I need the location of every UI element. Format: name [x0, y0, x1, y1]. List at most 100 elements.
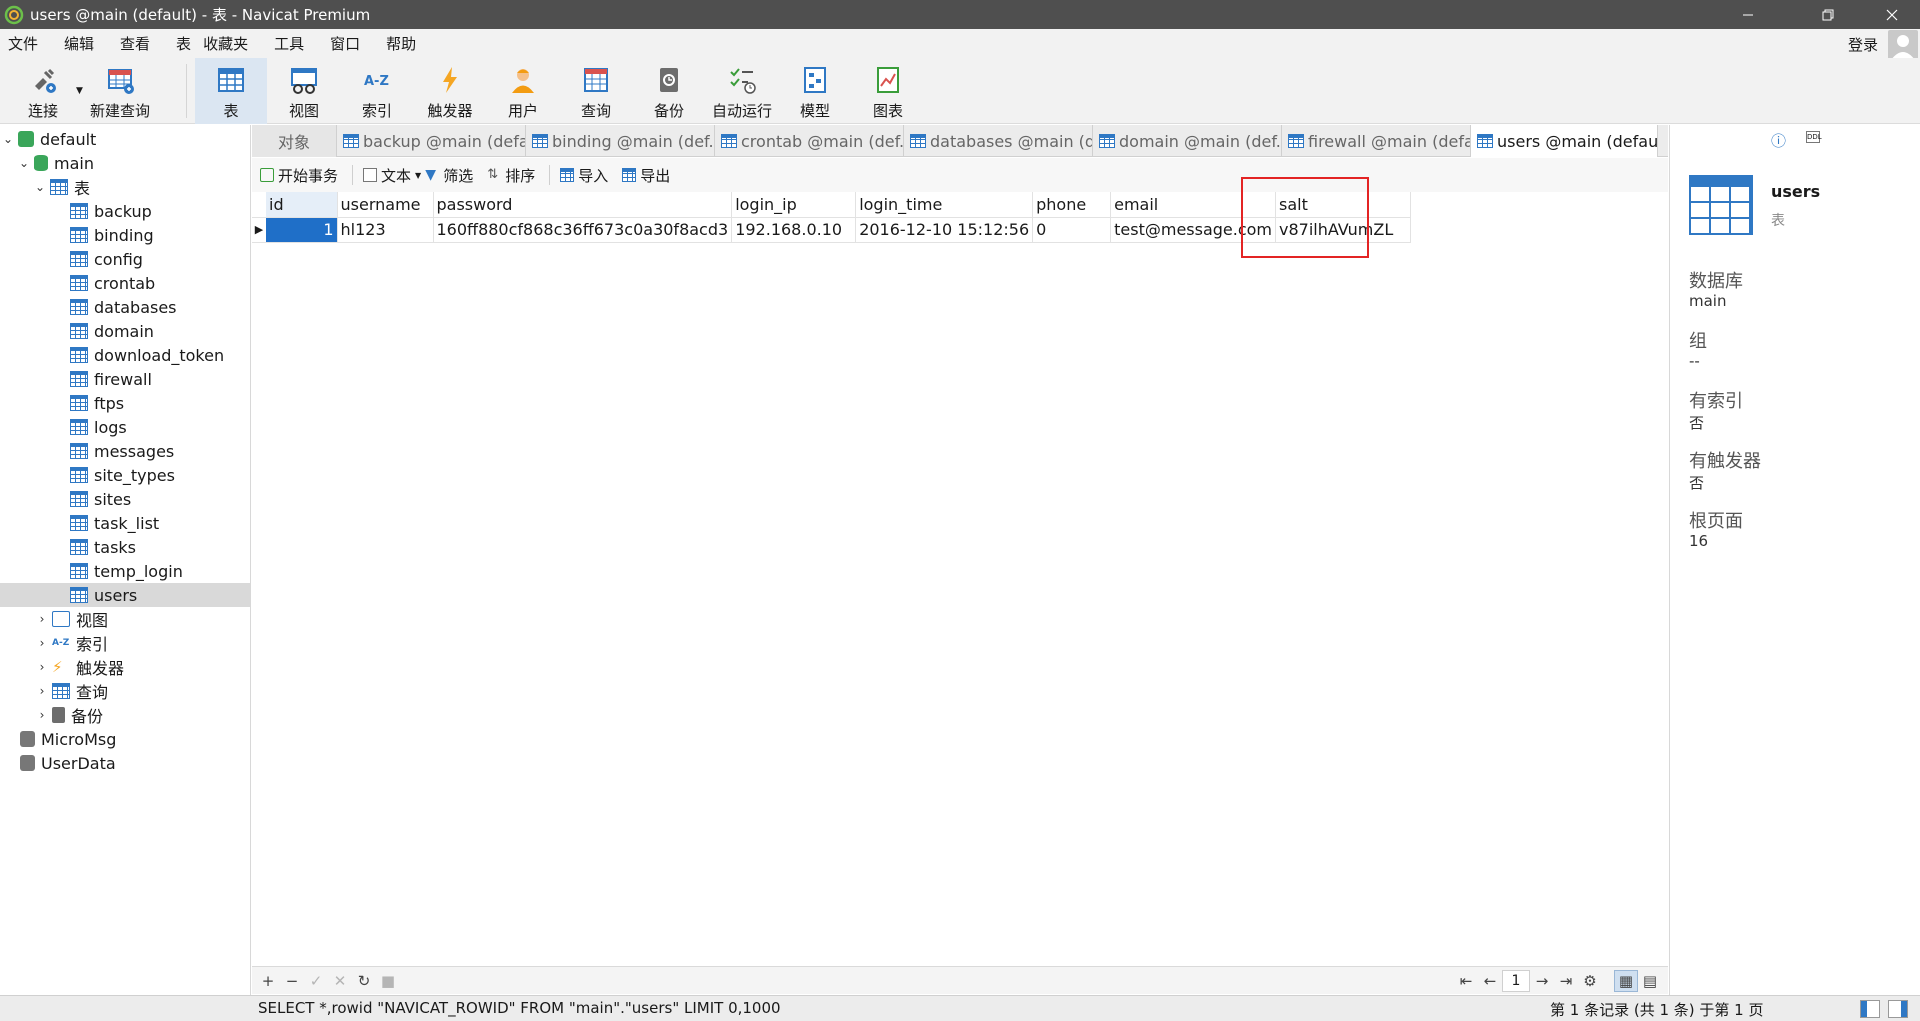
tree-table-ftps[interactable]: ftps: [0, 391, 250, 415]
column-header-login-ip[interactable]: login_ip: [731, 192, 857, 218]
connect-dropdown-icon[interactable]: ▼: [76, 86, 83, 96]
delete-record-icon[interactable]: −: [280, 972, 304, 990]
tree-table-site-types[interactable]: site_types: [0, 463, 250, 487]
menu-file[interactable]: 文件: [0, 33, 46, 54]
tab-crontab[interactable]: crontab @main (def...: [715, 125, 904, 157]
add-record-icon[interactable]: +: [256, 972, 280, 990]
tree-table-crontab[interactable]: crontab: [0, 271, 250, 295]
sort-button[interactable]: ⇅ 排序: [487, 165, 535, 186]
chevron-right-icon[interactable]: ›: [36, 708, 48, 722]
tree-table-messages[interactable]: messages: [0, 439, 250, 463]
minimize-button[interactable]: [1720, 0, 1776, 29]
tree-database-main[interactable]: ⌄ main: [0, 151, 250, 175]
refresh-icon[interactable]: ↻: [352, 972, 376, 990]
cell-username[interactable]: hl123: [337, 217, 434, 243]
settings-gear-icon[interactable]: ⚙: [1578, 972, 1602, 990]
tree-table-backup[interactable]: backup: [0, 199, 250, 223]
chevron-right-icon[interactable]: ›: [36, 636, 48, 650]
tab-databases[interactable]: databases @main (d...: [904, 125, 1093, 157]
begin-transaction-button[interactable]: 开始事务: [260, 165, 338, 186]
toggle-left-panel-icon[interactable]: [1860, 1000, 1880, 1018]
trigger-button[interactable]: 触发器: [414, 58, 486, 124]
tree-table-tasks[interactable]: tasks: [0, 535, 250, 559]
column-header-login-time[interactable]: login_time: [855, 192, 1034, 218]
tree-table-download-token[interactable]: download_token: [0, 343, 250, 367]
tree-group-backups[interactable]: › 备份: [0, 703, 250, 727]
tree-group-indexes[interactable]: › A-Z 索引: [0, 631, 250, 655]
user-button[interactable]: 用户: [487, 58, 559, 124]
tree-group-views[interactable]: › 视图: [0, 607, 250, 631]
restore-button[interactable]: [1800, 0, 1856, 29]
export-button[interactable]: 导出: [622, 165, 670, 186]
chevron-right-icon[interactable]: ›: [36, 612, 48, 626]
tree-connection-default[interactable]: ⌄ default: [0, 127, 250, 151]
grid-view-icon[interactable]: ▦: [1614, 969, 1638, 992]
table-button[interactable]: 表: [195, 58, 267, 124]
column-header-username[interactable]: username: [337, 192, 434, 218]
backup-button[interactable]: 备份: [633, 58, 705, 124]
tree-group-triggers[interactable]: › ⚡ 触发器: [0, 655, 250, 679]
apply-changes-icon[interactable]: ✓: [304, 972, 328, 990]
tree-table-config[interactable]: config: [0, 247, 250, 271]
tree-connection-micromsg[interactable]: MicroMsg: [0, 727, 250, 751]
import-button[interactable]: 导入: [560, 165, 608, 186]
menu-table[interactable]: 表: [168, 33, 195, 54]
chevron-right-icon[interactable]: ›: [36, 660, 48, 674]
tab-binding[interactable]: binding @main (def...: [526, 125, 715, 157]
form-view-icon[interactable]: ▤: [1638, 972, 1662, 990]
page-number-input[interactable]: 1: [1502, 969, 1530, 992]
table-row[interactable]: ▶ 1 hl123 160ff880cf868c36ff673c0a30f8ac…: [252, 217, 1412, 243]
stop-icon[interactable]: ■: [376, 972, 400, 990]
menu-edit[interactable]: 编辑: [56, 33, 102, 54]
filter-button[interactable]: ▼ 筛选: [425, 165, 473, 186]
tree-table-sites[interactable]: sites: [0, 487, 250, 511]
tree-table-databases[interactable]: databases: [0, 295, 250, 319]
index-button[interactable]: A-Z 索引: [341, 58, 413, 124]
menu-tools[interactable]: 工具: [266, 33, 312, 54]
cell-id[interactable]: 1: [266, 217, 338, 243]
column-header-id[interactable]: id: [266, 192, 338, 218]
chevron-down-icon[interactable]: ⌄: [34, 180, 46, 194]
text-view-button[interactable]: 文本 ▼: [363, 165, 421, 186]
tab-backup[interactable]: backup @main (defa...: [337, 125, 526, 157]
tab-users[interactable]: users @main (defaul...: [1471, 125, 1658, 157]
ddl-icon[interactable]: DDL: [1806, 131, 1822, 143]
tab-firewall[interactable]: firewall @main (defa...: [1282, 125, 1471, 157]
tree-table-firewall[interactable]: firewall: [0, 367, 250, 391]
tree-table-temp-login[interactable]: temp_login: [0, 559, 250, 583]
tree-connection-userdata[interactable]: UserData: [0, 751, 250, 775]
cell-login-time[interactable]: 2016-12-10 15:12:56: [855, 217, 1034, 243]
menu-view[interactable]: 查看: [112, 33, 158, 54]
cell-phone[interactable]: 0: [1032, 217, 1112, 243]
cell-login-ip[interactable]: 192.168.0.10: [731, 217, 857, 243]
last-page-icon[interactable]: ⇥: [1554, 972, 1578, 990]
login-link[interactable]: 登录: [1848, 34, 1878, 55]
column-header-password[interactable]: password: [433, 192, 733, 218]
query-button[interactable]: 查询: [560, 58, 632, 124]
next-page-icon[interactable]: →: [1530, 972, 1554, 990]
chevron-right-icon[interactable]: ›: [36, 684, 48, 698]
first-page-icon[interactable]: ⇤: [1454, 972, 1478, 990]
info-icon[interactable]: ⓘ: [1771, 130, 1786, 151]
menu-favorites[interactable]: 收藏夹: [195, 33, 256, 54]
model-button[interactable]: 模型: [779, 58, 851, 124]
tree-table-domain[interactable]: domain: [0, 319, 250, 343]
chart-button[interactable]: 图表: [852, 58, 924, 124]
previous-page-icon[interactable]: ←: [1478, 972, 1502, 990]
tab-domain[interactable]: domain @main (def...: [1093, 125, 1282, 157]
view-button[interactable]: 视图: [268, 58, 340, 124]
close-window-button[interactable]: [1864, 0, 1920, 29]
connect-button[interactable]: 连接: [7, 58, 79, 124]
chevron-down-icon[interactable]: ⌄: [2, 132, 14, 146]
avatar[interactable]: [1888, 30, 1918, 60]
tree-table-task-list[interactable]: task_list: [0, 511, 250, 535]
automation-button[interactable]: 自动运行: [706, 58, 778, 124]
menu-window[interactable]: 窗口: [322, 33, 368, 54]
cell-password[interactable]: 160ff880cf868c36ff673c0a30f8acd3: [433, 217, 733, 243]
tree-group-tables[interactable]: ⌄ 表: [0, 175, 250, 199]
tree-table-users[interactable]: users: [0, 583, 250, 607]
tree-table-binding[interactable]: binding: [0, 223, 250, 247]
new-query-button[interactable]: 新建查询: [84, 58, 156, 124]
tab-objects[interactable]: 对象: [252, 125, 337, 157]
tree-group-queries[interactable]: › 查询: [0, 679, 250, 703]
